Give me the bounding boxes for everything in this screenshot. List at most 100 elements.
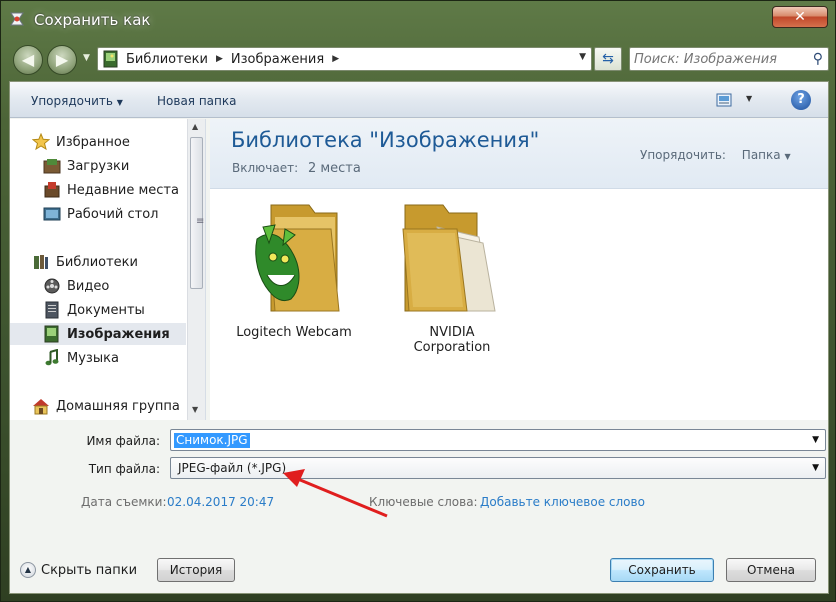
arrow-left-icon: ◀ [21,50,35,69]
navigation-scrollbar[interactable]: ▲ ≡ ▼ [187,119,205,420]
pictures-icon [43,325,61,343]
sidebar-item-label: Изображения [67,326,170,342]
recent-pages-dropdown[interactable]: ▼ [83,53,90,63]
breadcrumb-libraries[interactable]: Библиотеки ▶ [126,52,231,67]
library-header: Библиотека "Изображения" Включает: 2 мес… [210,119,828,189]
folder-label: Logitech Webcam [236,325,352,340]
filename-dropdown-icon[interactable]: ▼ [812,435,819,445]
arrange-value: Папка [741,148,781,162]
date-taken-label: Дата съемки: [81,495,167,509]
dialog-body: Упорядочить ▼ Новая папка ▼ ? Избранное [9,81,829,594]
sidebar-item-downloads[interactable]: Загрузки [10,155,186,177]
folder-item[interactable]: NVIDIA Corporation [392,199,512,355]
sidebar-item-label: Документы [67,302,145,318]
navigation-pane: Избранное Загрузки Недавние места Рабочи… [10,119,206,420]
breadcrumb-label: Библиотеки [126,51,208,67]
grip-icon: ≡ [196,216,205,227]
command-bar: Упорядочить ▼ Новая папка ▼ ? [10,82,828,118]
arrow-right-icon: ▶ [55,50,69,69]
breadcrumb-label: Изображения [230,51,325,67]
desktop-icon [43,205,61,223]
sidebar-item-desktop[interactable]: Рабочий стол [10,203,186,225]
libraries-icon [32,253,50,271]
search-icon[interactable]: ⚲ [813,51,823,67]
save-button[interactable]: Сохранить [610,558,714,582]
includes-locations-link[interactable]: 2 места [308,161,361,176]
help-button[interactable]: ? [791,90,811,110]
hide-folders-label: Скрыть папки [41,562,138,578]
back-button[interactable]: ◀ [13,45,43,75]
folder-icon [402,204,496,312]
sidebar-item-label: Рабочий стол [67,206,159,222]
recent-places-icon [43,181,61,199]
search-input[interactable] [634,51,804,67]
chevron-up-icon: ▲ [20,562,36,578]
annotation-arrow [283,469,388,518]
scroll-down-icon[interactable]: ▼ [192,405,198,414]
scroll-up-icon[interactable]: ▲ [192,122,198,131]
downloads-folder-icon [43,157,61,175]
title-bar[interactable]: Сохранить как ✕ [1,1,835,39]
sidebar-item-homegroup[interactable]: Домашняя группа [10,395,186,417]
sidebar-item-documents[interactable]: Документы [10,299,186,321]
date-taken-value[interactable]: 02.04.2017 20:47 [167,495,274,509]
sidebar-item-label: Домашняя группа [56,398,180,414]
sidebar-item-label: Музыка [67,350,119,366]
sidebar-item-label: Недавние места [67,182,179,198]
organize-label: Упорядочить [31,94,113,108]
chevron-down-icon: ▼ [784,152,791,161]
file-list: Библиотека "Изображения" Включает: 2 мес… [210,119,828,420]
close-button[interactable]: ✕ [772,6,828,28]
folder-item[interactable]: Logitech Webcam [234,199,354,340]
cancel-button[interactable]: Отмена [726,558,816,582]
filename-field[interactable]: Снимок.JPG ▼ [170,429,826,451]
filetype-value: JPEG-файл (*.JPG) [178,461,287,475]
star-icon [31,132,51,151]
arrange-dropdown[interactable]: Папка ▼ [742,148,791,162]
sidebar-item-label: Избранное [56,134,130,150]
breadcrumb-pictures[interactable]: Изображения ▶ [231,52,347,67]
new-folder-button[interactable]: Новая папка [157,94,236,108]
filename-label: Имя файла: [86,434,160,448]
pictures-library-icon [103,50,118,68]
forward-button[interactable]: ▶ [47,45,77,75]
sidebar-item-recent-places[interactable]: Недавние места [10,179,186,201]
folder-with-dragon-icon [255,204,340,312]
search-box[interactable]: ⚲ [629,47,829,71]
keywords-input[interactable]: Добавьте ключевое слово [480,495,645,509]
refresh-icon: ⇆ [602,51,614,67]
chevron-right-icon[interactable]: ▶ [332,54,339,64]
folder-label: NVIDIA Corporation [413,325,491,355]
filetype-select[interactable]: JPEG-файл (*.JPG) ▼ [170,457,826,479]
filetype-label: Тип файла: [88,462,160,476]
history-button[interactable]: История [157,558,235,582]
organize-menu[interactable]: Упорядочить ▼ [31,94,123,108]
address-dropdown-icon[interactable]: ▼ [579,52,586,62]
sidebar-item-favorites[interactable]: Избранное [10,131,186,153]
change-view-icon[interactable] [716,93,732,107]
filetype-dropdown-icon[interactable]: ▼ [812,463,819,473]
refresh-button[interactable]: ⇆ [594,47,622,71]
chevron-right-icon[interactable]: ▶ [216,54,223,64]
sidebar-item-label: Видео [67,278,110,294]
window-title: Сохранить как [34,11,151,29]
sidebar-item-libraries[interactable]: Библиотеки [10,251,186,273]
arrange-by: Упорядочить: Папка ▼ [640,148,791,162]
video-icon [43,277,61,295]
library-title: Библиотека "Изображения" [231,128,540,152]
library-includes: Включает: 2 места [232,161,361,176]
address-bar[interactable]: Библиотеки ▶ Изображения ▶ ▼ [97,47,592,71]
hide-folders-button[interactable]: ▲ Скрыть папки [20,562,137,578]
sidebar-item-label: Библиотеки [56,254,138,270]
chevron-down-icon: ▼ [116,98,123,107]
sidebar-item-label: Загрузки [67,158,130,174]
sidebar-item-pictures[interactable]: Изображения [10,323,186,345]
includes-label: Включает: [232,161,299,175]
homegroup-icon [32,397,50,415]
documents-icon [43,301,61,319]
scrollbar-thumb[interactable]: ≡ [190,137,205,289]
filename-input[interactable]: Снимок.JPG [174,433,250,448]
sidebar-item-music[interactable]: Музыка [10,347,186,369]
sidebar-item-video[interactable]: Видео [10,275,186,297]
view-options-dropdown-icon[interactable]: ▼ [746,94,752,103]
